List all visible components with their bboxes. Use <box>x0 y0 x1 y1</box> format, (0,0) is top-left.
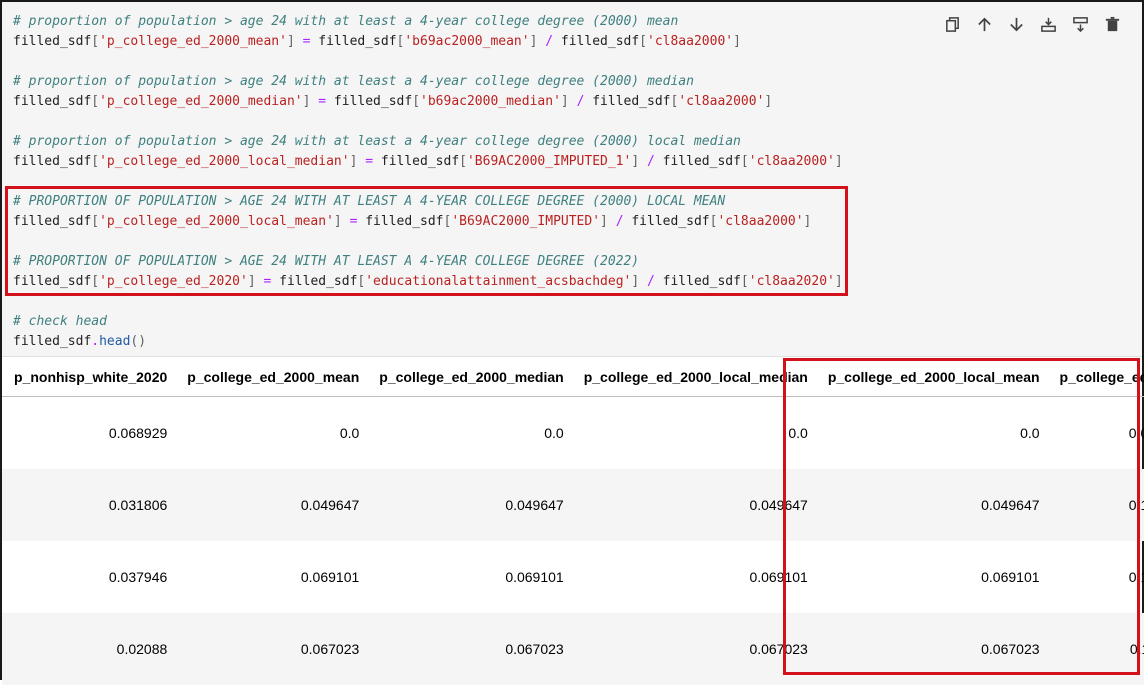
code-comment-line: # proportion of population > age 24 with… <box>13 73 694 91</box>
table-cell: 0.069101 <box>505 569 564 585</box>
highlight-box-code <box>5 186 848 296</box>
method-name: head <box>99 334 131 349</box>
table-cell: 0.067023 <box>571 613 816 685</box>
cell-toolbar <box>940 12 1124 36</box>
comment-text: # check head <box>13 314 107 329</box>
comment-text: # proportion of population > age 24 with… <box>13 14 679 29</box>
code-comment-line: # check head <box>13 313 107 331</box>
table-cell: 0.0 <box>339 425 360 441</box>
string-literal: 'b69ac2000_mean' <box>404 34 530 49</box>
move-up-icon[interactable] <box>972 12 996 36</box>
code-cell[interactable]: # proportion of population > age 24 with… <box>2 2 1142 357</box>
column-header[interactable]: p_nonhisp_white_2020 <box>2 358 176 397</box>
string-literal: 'cl8aa2000' <box>647 34 734 49</box>
highlight-box-columns <box>783 358 1140 675</box>
table-cell: 0.0 <box>544 425 564 441</box>
table-cell: 0.069101 <box>749 569 808 585</box>
string-literal: 'B69AC2000_IMPUTED_1' <box>466 154 632 169</box>
table-cell: 0.049647 <box>367 469 572 541</box>
column-header[interactable]: p_college_ed_2000_median <box>367 358 572 397</box>
comment-text: # proportion of population > age 24 with… <box>13 74 694 89</box>
delete-icon[interactable] <box>1100 12 1124 36</box>
code-statement-line: filled_sdf.head() <box>13 334 147 349</box>
code-statement-line: filled_sdf['p_college_ed_2000_median'] =… <box>13 94 773 109</box>
table-cell: 0.0 <box>788 425 808 441</box>
table-cell: 0.067023 <box>367 613 572 685</box>
table-cell: 0.049647 <box>175 469 368 541</box>
code-comment-line: # proportion of population > age 24 with… <box>13 13 678 31</box>
table-cell: 0.02088 <box>2 613 176 685</box>
string-literal: 'b69ac2000_median' <box>420 94 561 109</box>
table-cell: 0.069101 <box>300 569 360 585</box>
string-literal: 'p_college_ed_2000_mean' <box>99 34 287 49</box>
code-comment-line: # proportion of population > age 24 with… <box>13 133 741 151</box>
table-cell: 0.037946 <box>108 569 168 585</box>
table-cell: 0.031806 <box>2 469 176 541</box>
string-literal: 'cl8aa2000' <box>748 154 835 169</box>
comment-text: # proportion of population > age 24 with… <box>13 134 741 149</box>
code-statement-line: filled_sdf['p_college_ed_2000_mean'] = f… <box>13 34 741 49</box>
table-cell: 0.067023 <box>175 613 368 685</box>
column-header[interactable]: p_college_ed_2000_local_median <box>571 358 816 397</box>
copy-cell-icon[interactable] <box>940 12 964 36</box>
column-header[interactable]: p_college_ed_2000_mean <box>175 358 368 397</box>
code-statement-line: filled_sdf['p_college_ed_2000_local_medi… <box>13 154 843 169</box>
string-literal: 'p_college_ed_2000_median' <box>99 94 303 109</box>
table-cell: 0.068929 <box>108 425 168 441</box>
string-literal: 'p_college_ed_2000_local_median' <box>99 154 350 169</box>
insert-below-icon[interactable] <box>1036 12 1060 36</box>
split-cell-icon[interactable] <box>1068 12 1092 36</box>
string-literal: 'cl8aa2000' <box>678 94 765 109</box>
move-down-icon[interactable] <box>1004 12 1028 36</box>
table-cell: 0.049647 <box>571 469 816 541</box>
